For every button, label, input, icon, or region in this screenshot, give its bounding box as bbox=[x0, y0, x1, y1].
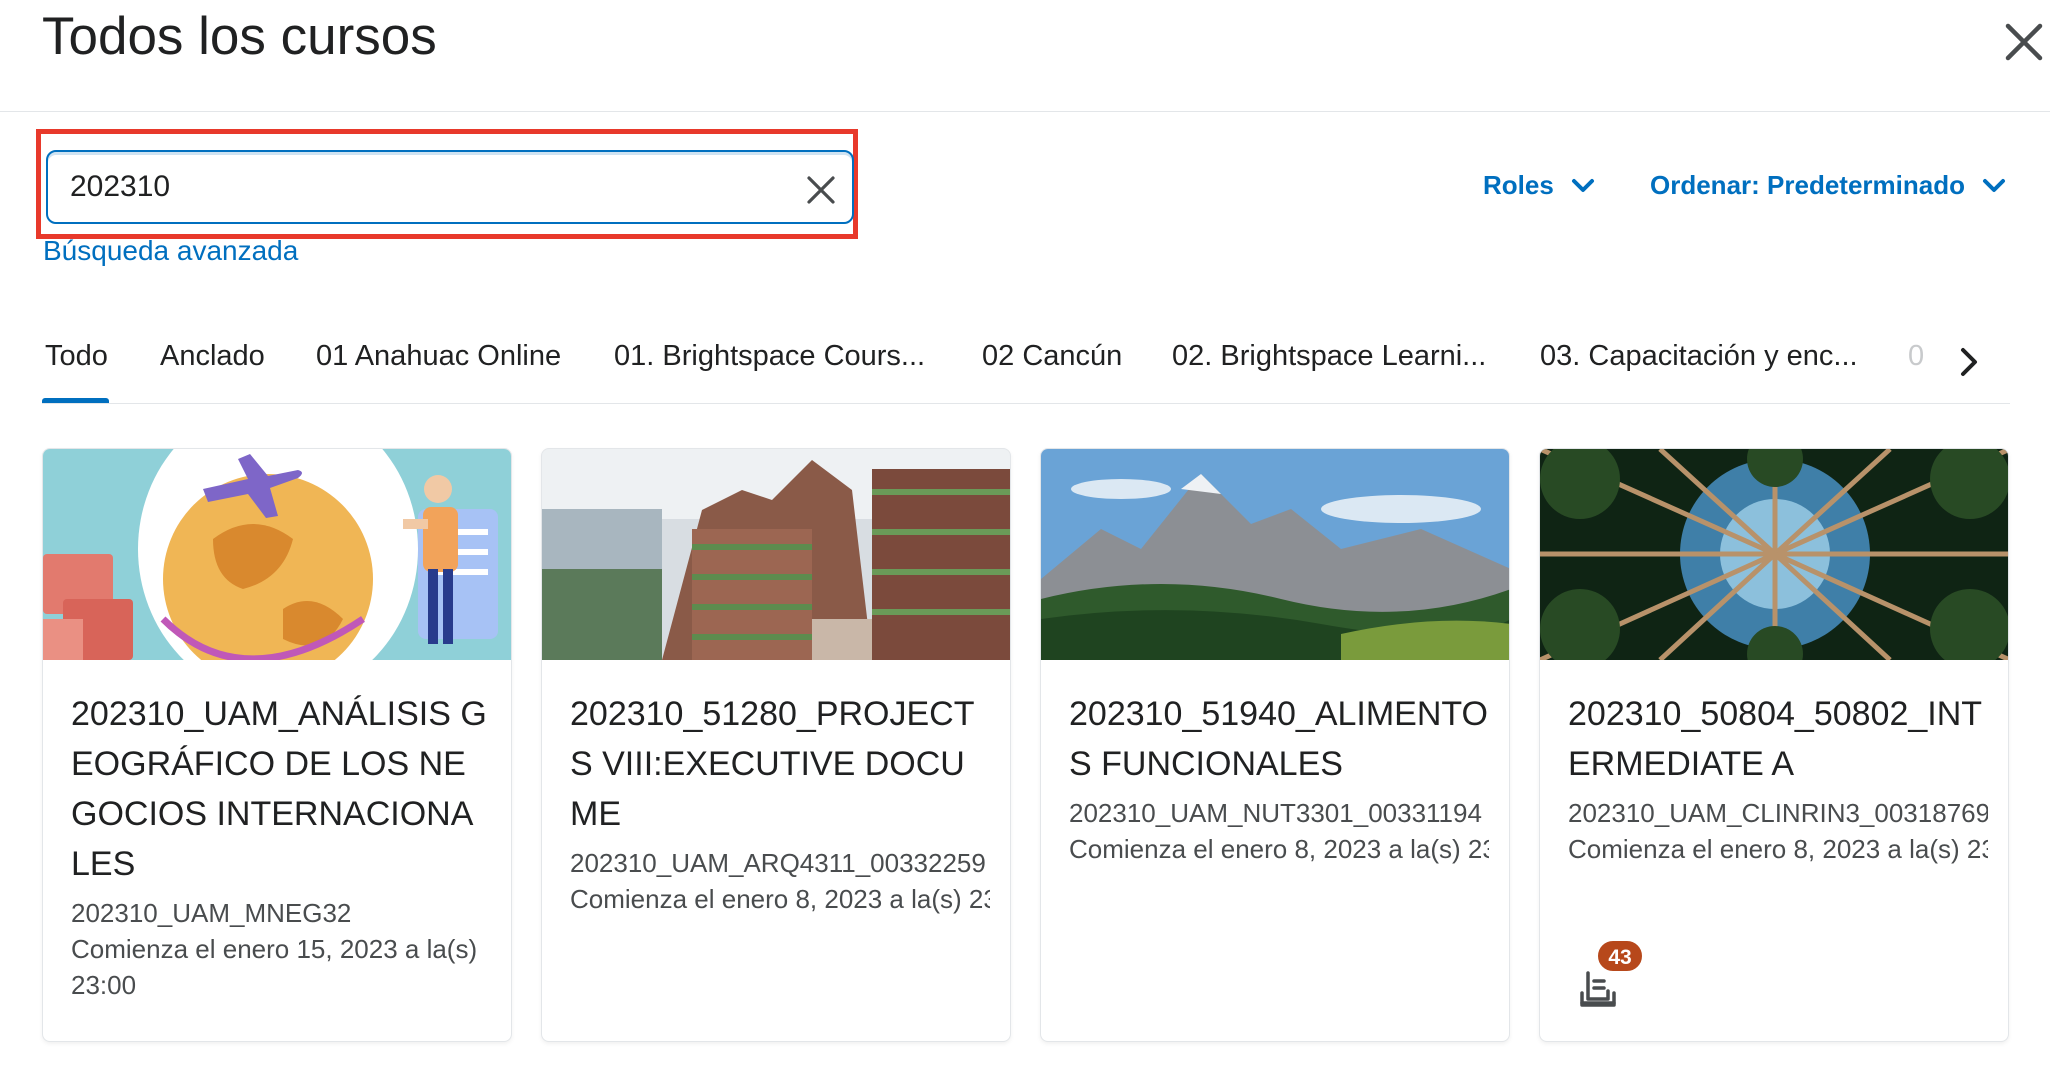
course-tabs: Todo Anclado 01 Anahuac Online 01. Brigh… bbox=[0, 330, 2010, 404]
tab-partial[interactable]: 0 bbox=[1908, 340, 1930, 373]
advanced-search-link[interactable]: Búsqueda avanzada bbox=[43, 235, 298, 267]
course-code: 202310_UAM_CLINRIN3_00318769 bbox=[1568, 798, 1988, 828]
tabs-scroll-next-button[interactable] bbox=[1954, 344, 1984, 380]
course-card[interactable]: 202310_UAM_ANÁLISIS GEOGRÁFICO DE LOS NE… bbox=[42, 448, 512, 1042]
course-image bbox=[43, 449, 511, 660]
tab-anahuac-online[interactable]: 01 Anahuac Online bbox=[316, 340, 561, 373]
tab-brightspace-learning[interactable]: 02. Brightspace Learni... bbox=[1172, 340, 1486, 373]
course-card[interactable]: 202310_51280_PROJECTS VIII:EXECUTIVE DOC… bbox=[541, 448, 1011, 1042]
course-image bbox=[542, 449, 1010, 660]
roles-filter-label: Roles bbox=[1483, 170, 1554, 200]
course-title: 202310_51280_PROJECTS VIII:EXECUTIVE DOC… bbox=[570, 695, 975, 833]
sort-label: Ordenar: Predeterminado bbox=[1650, 170, 1965, 200]
course-title: 202310_50804_50802_INTERMEDIATE A bbox=[1568, 695, 1983, 783]
course-code: 202310_UAM_NUT3301_00331194 bbox=[1069, 798, 1482, 828]
course-title: 202310_51940_ALIMENTOS FUNCIONALES bbox=[1069, 695, 1489, 783]
course-start-date: Comienza el enero 15, 2023 a la(s) 23:00 bbox=[71, 934, 478, 1000]
roles-filter-button[interactable]: Roles bbox=[1483, 170, 1596, 201]
tab-brightspace-courses[interactable]: 01. Brightspace Cours... bbox=[614, 340, 925, 373]
course-image bbox=[1041, 449, 1509, 660]
tab-capacitacion[interactable]: 03. Capacitación y enc... bbox=[1540, 340, 1858, 373]
course-code: 202310_UAM_MNEG32 bbox=[71, 898, 352, 928]
notification-count-badge: 43 bbox=[1596, 939, 1644, 973]
close-icon bbox=[2005, 23, 2043, 61]
header-divider bbox=[0, 111, 2050, 112]
course-image bbox=[1540, 449, 2008, 660]
tab-cancun[interactable]: 02 Cancún bbox=[982, 340, 1122, 373]
course-card[interactable]: 202310_50804_50802_INTERMEDIATE A 202310… bbox=[1539, 448, 2009, 1042]
close-icon bbox=[807, 176, 835, 204]
chevron-down-icon bbox=[1982, 178, 2005, 192]
page-title: Todos los cursos bbox=[42, 7, 437, 66]
course-card[interactable]: 202310_51940_ALIMENTOS FUNCIONALES 20231… bbox=[1040, 448, 1510, 1042]
course-title: 202310_UAM_ANÁLISIS GEOGRÁFICO DE LOS NE… bbox=[71, 695, 487, 883]
sort-button[interactable]: Ordenar: Predeterminado bbox=[1650, 170, 2007, 201]
chevron-down-icon bbox=[1571, 178, 1594, 192]
course-start-date: Comienza el enero 8, 2023 a la(s) 23 bbox=[570, 884, 990, 914]
course-code: 202310_UAM_ARQ4311_00332259 bbox=[570, 848, 986, 878]
search-box bbox=[46, 150, 854, 224]
clear-search-button[interactable] bbox=[804, 173, 838, 207]
course-notifications-button[interactable]: 43 bbox=[1578, 939, 1644, 1007]
course-start-date: Comienza el enero 8, 2023 a la(s) 23 bbox=[1069, 834, 1489, 864]
tabs-divider bbox=[42, 403, 2010, 404]
course-start-date: Comienza el enero 8, 2023 a la(s) 23 bbox=[1568, 834, 1988, 864]
tab-todo[interactable]: Todo bbox=[45, 340, 108, 373]
close-dialog-button[interactable] bbox=[1998, 16, 2050, 68]
search-input[interactable] bbox=[70, 164, 750, 210]
tab-anclado[interactable]: Anclado bbox=[160, 340, 265, 373]
chevron-right-icon bbox=[1961, 348, 1977, 376]
updates-icon bbox=[1578, 969, 1618, 1009]
